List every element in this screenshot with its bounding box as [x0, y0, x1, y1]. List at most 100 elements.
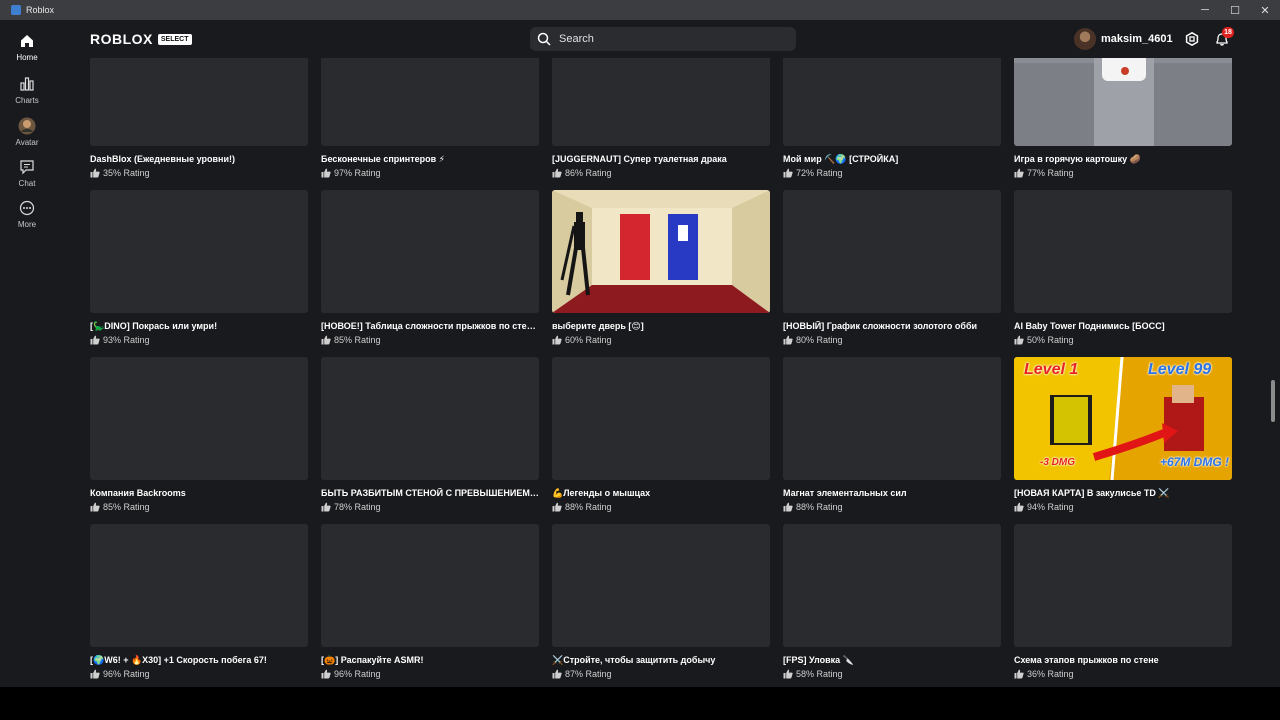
game-thumbnail[interactable]: [783, 58, 1001, 146]
scrollbar-thumb[interactable]: [1271, 380, 1275, 422]
game-title[interactable]: DashBlox (Ежедневные уровни!): [90, 154, 308, 164]
rating-text: 35% Rating: [103, 168, 150, 178]
sidebar-label-home: Home: [16, 53, 38, 62]
avatar-icon: [18, 117, 36, 135]
game-rating: 85% Rating: [90, 502, 150, 512]
game-title[interactable]: ⚔️Стройте, чтобы защитить добычу: [552, 655, 770, 666]
game-rating: 60% Rating: [552, 335, 612, 345]
game-thumbnail[interactable]: [90, 58, 308, 146]
game-thumbnail[interactable]: [783, 357, 1001, 480]
rating-text: 72% Rating: [796, 168, 843, 178]
search-icon: [536, 31, 552, 47]
game-title[interactable]: Компания Backrooms: [90, 488, 308, 498]
username: maksim_4601: [1101, 33, 1173, 45]
game-title[interactable]: [🦕DINO] Покрась или умри!: [90, 321, 308, 332]
game-thumbnail[interactable]: Level 1 Level 99 -3 DMG +67M DMG !: [1014, 357, 1232, 480]
rating-text: 78% Rating: [334, 502, 381, 512]
game-thumbnail[interactable]: [552, 58, 770, 146]
game-title[interactable]: AI Baby Tower Поднимись [БОСС]: [1014, 321, 1232, 331]
robux-icon[interactable]: [1185, 31, 1199, 47]
game-thumbnail[interactable]: [90, 190, 308, 313]
thumbnail-dmg-right-text: +67M DMG !: [1160, 455, 1230, 469]
game-title[interactable]: Магнат элементальных сил: [783, 488, 1001, 498]
game-title[interactable]: 💪Легенды о мышцах: [552, 488, 770, 499]
rating-text: 87% Rating: [565, 669, 612, 679]
game-title[interactable]: БЫТЬ РАЗБИТЫМ СТЕНОЙ С ПРЕВЫШЕНИЕМ СКО..…: [321, 488, 539, 498]
game-title[interactable]: Мой мир ⛏️🌍 [СТРОЙКА]: [783, 154, 1001, 165]
game-rating: 36% Rating: [1014, 669, 1074, 679]
select-badge: SELECT: [157, 33, 192, 45]
search-placeholder: Search: [559, 33, 594, 45]
window-titlebar: Roblox ─ ☐ ✕: [0, 0, 1280, 20]
taskbar-area: [0, 687, 1280, 720]
game-thumbnail[interactable]: 00:01: [1014, 58, 1232, 146]
rating-text: 86% Rating: [565, 168, 612, 178]
sidebar-item-avatar[interactable]: Avatar: [8, 117, 46, 147]
game-title[interactable]: [FPS] Уловка 🔪: [783, 655, 1001, 666]
sidebar-item-chat[interactable]: Chat: [8, 158, 46, 188]
game-thumbnail[interactable]: [552, 357, 770, 480]
more-icon: [18, 199, 36, 217]
game-title[interactable]: [НОВЫЙ] График сложности золотого обби: [783, 321, 1001, 331]
minimize-button[interactable]: ─: [1190, 0, 1220, 20]
game-title[interactable]: [JUGGERNAUT] Супер туалетная драка: [552, 154, 770, 164]
game-thumbnail[interactable]: [1014, 190, 1232, 313]
game-thumbnail[interactable]: [321, 58, 539, 146]
rating-text: 80% Rating: [796, 335, 843, 345]
thumbs-up-icon: [321, 335, 331, 345]
game-thumbnail[interactable]: [90, 524, 308, 647]
game-thumbnail[interactable]: [783, 190, 1001, 313]
game-thumbnail[interactable]: [90, 357, 308, 480]
game-thumbnail[interactable]: [552, 190, 770, 313]
game-rating: 50% Rating: [1014, 335, 1074, 345]
thumbs-up-icon: [783, 168, 793, 178]
rating-text: 50% Rating: [1027, 335, 1074, 345]
game-thumbnail[interactable]: [1014, 524, 1232, 647]
window-title: Roblox: [26, 5, 55, 15]
game-title[interactable]: Бесконечные спринтеров ⚡: [321, 154, 539, 165]
thumbs-up-icon: [783, 669, 793, 679]
game-title[interactable]: Игра в горячую картошку 🥔: [1014, 154, 1232, 165]
thumbs-up-icon: [90, 335, 100, 345]
sidebar-item-charts[interactable]: Charts: [8, 75, 46, 105]
close-button[interactable]: ✕: [1250, 0, 1280, 20]
roblox-app-icon: [11, 5, 21, 15]
sidebar-item-more[interactable]: More: [8, 199, 46, 229]
game-rating: 80% Rating: [783, 335, 843, 345]
home-icon: [18, 32, 36, 50]
search-bar[interactable]: Search: [530, 27, 796, 51]
game-thumbnail[interactable]: [321, 190, 539, 313]
game-thumbnail[interactable]: [783, 524, 1001, 647]
sidebar-item-home[interactable]: Home: [8, 32, 46, 62]
game-rating: 97% Rating: [321, 168, 381, 178]
thumbs-up-icon: [552, 168, 562, 178]
game-title[interactable]: [🌍W6! + 🔥X30] +1 Скорость побега 67!: [90, 655, 308, 666]
roblox-logo[interactable]: ROBLOX SELECT: [90, 31, 192, 47]
sidebar-label-chat: Chat: [18, 179, 36, 188]
chat-icon: [18, 158, 36, 176]
user-profile[interactable]: maksim_4601: [1074, 28, 1173, 50]
thumbs-up-icon: [90, 669, 100, 679]
thumbs-up-icon: [552, 669, 562, 679]
thumbnail-level-1-text: Level 1: [1024, 361, 1079, 378]
game-title[interactable]: [🎃] Распакуйте ASMR!: [321, 655, 539, 666]
game-grid: DashBlox (Ежедневные уровни!) 35% Rating Б…: [90, 58, 1240, 687]
game-rating: 94% Rating: [1014, 502, 1074, 512]
thumbs-up-icon: [321, 168, 331, 178]
game-title[interactable]: выберите дверь [😊]: [552, 321, 770, 332]
maximize-button[interactable]: ☐: [1220, 0, 1250, 20]
game-title[interactable]: Схема этапов прыжков по стене: [1014, 655, 1232, 665]
game-title[interactable]: [НОВОЕ!] Таблица сложности прыжков по ст…: [321, 321, 539, 331]
game-title[interactable]: [НОВАЯ КАРТА] В закулисье TD ⚔️: [1014, 488, 1232, 499]
game-thumbnail[interactable]: [321, 524, 539, 647]
sidebar-label-avatar: Avatar: [15, 138, 39, 147]
game-rating: 72% Rating: [783, 168, 843, 178]
thumbs-up-icon: [321, 502, 331, 512]
game-thumbnail[interactable]: [552, 524, 770, 647]
thumbs-up-icon: [90, 502, 100, 512]
thumbs-up-icon: [321, 669, 331, 679]
game-thumbnail[interactable]: [321, 357, 539, 480]
thumbs-up-icon: [783, 335, 793, 345]
roblox-app: DashBlox (Ежедневные уровни!) 35% Rating Б…: [0, 20, 1280, 687]
rating-text: 93% Rating: [103, 335, 150, 345]
